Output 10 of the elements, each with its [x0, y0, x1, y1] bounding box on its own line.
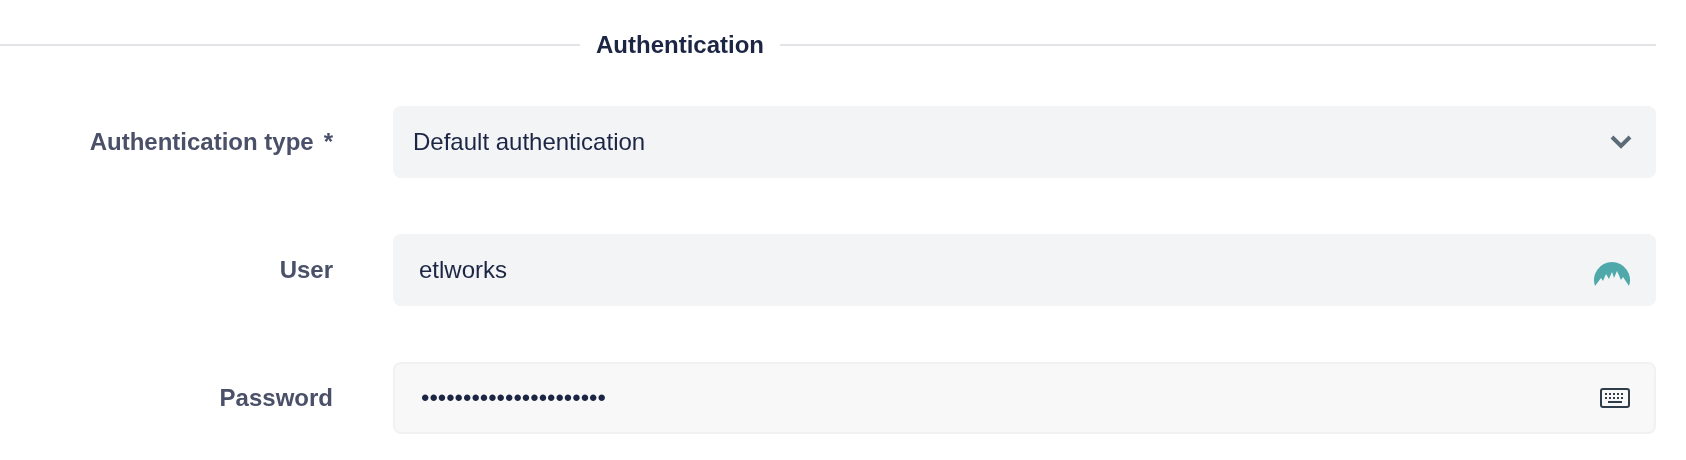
field-label: User: [279, 255, 333, 285]
keyboard-icon[interactable]: [1600, 388, 1630, 408]
field-label: Password: [219, 383, 333, 413]
field-label: Authentication type: [89, 127, 314, 157]
chevron-down-icon: [1610, 135, 1632, 149]
required-mark: *: [323, 127, 333, 157]
section-title: Authentication: [596, 30, 764, 60]
select-field[interactable]: Default authentication: [393, 106, 1656, 178]
input-field[interactable]: etlworks: [393, 234, 1656, 306]
password-field[interactable]: ••••••••••••••••••••••: [393, 362, 1656, 434]
